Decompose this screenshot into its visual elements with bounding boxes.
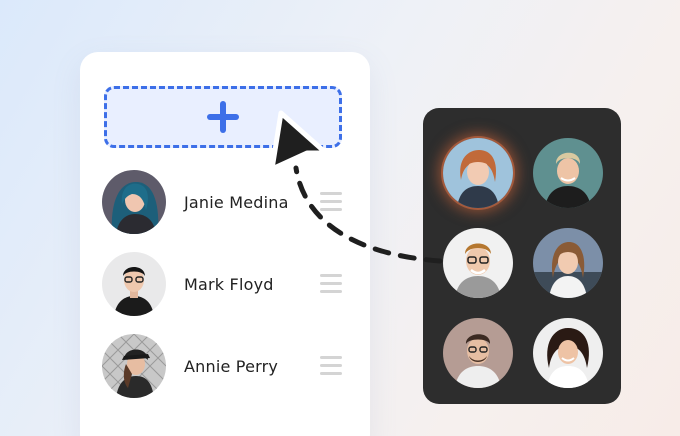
drag-path [293,165,443,264]
cursor-arrow-icon [269,110,329,172]
drag-path-layer [269,110,443,264]
illustration-frame: Janie Medina Mark Floyd Annie Perry [0,0,680,436]
